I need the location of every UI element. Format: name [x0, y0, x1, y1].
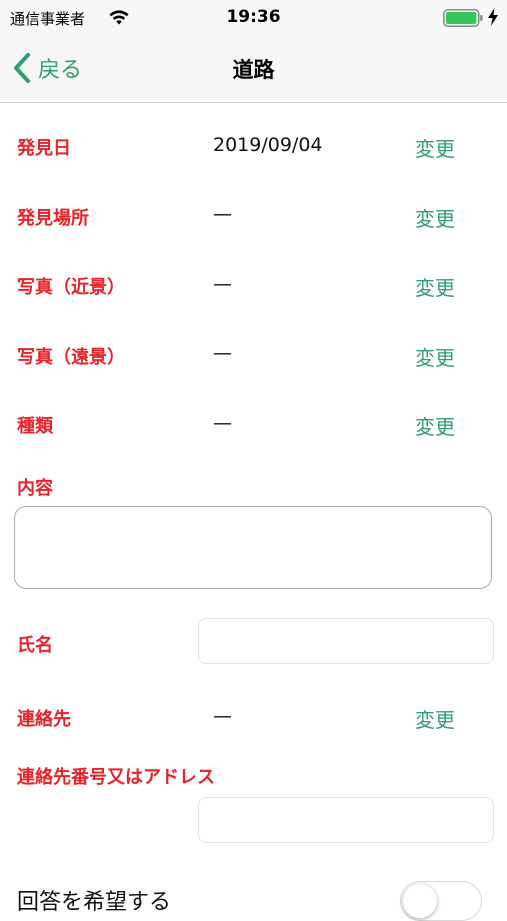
change-photo-distant-button[interactable]: 変更	[415, 342, 455, 371]
charging-bolt-icon	[488, 8, 498, 26]
change-contact-button[interactable]: 変更	[415, 704, 455, 733]
navigation-bar: 戻る 道路	[0, 34, 507, 103]
change-discovery-date-button[interactable]: 変更	[415, 133, 455, 162]
content-textarea[interactable]	[14, 506, 492, 589]
page-title: 道路	[232, 58, 275, 82]
status-bar: 通信事業者 19:36	[0, 0, 507, 34]
label-discovery-location: 発見場所	[17, 208, 89, 229]
label-reply-wanted: 回答を希望する	[17, 890, 172, 915]
value-discovery-location: —	[213, 203, 232, 225]
value-type: —	[213, 412, 232, 434]
label-name: 氏名	[17, 635, 53, 656]
value-photo-close: —	[213, 273, 232, 295]
reply-toggle[interactable]	[400, 881, 482, 921]
change-discovery-location-button[interactable]: 変更	[415, 203, 455, 232]
change-type-button[interactable]: 変更	[415, 411, 455, 440]
value-photo-distant: —	[213, 342, 232, 364]
battery-icon	[443, 9, 483, 27]
label-contact-address: 連絡先番号又はアドレス	[17, 767, 215, 788]
label-photo-distant: 写真（遠景）	[17, 347, 125, 368]
change-photo-close-button[interactable]: 変更	[415, 272, 455, 301]
toggle-knob	[403, 884, 437, 918]
status-time: 19:36	[226, 7, 281, 27]
label-discovery-date: 発見日	[17, 138, 71, 159]
label-photo-close: 写真（近景）	[17, 277, 125, 298]
value-contact: —	[213, 705, 232, 727]
label-contact: 連絡先	[17, 709, 71, 730]
value-discovery-date: 2019/09/04	[213, 134, 323, 156]
label-content: 内容	[17, 478, 53, 499]
name-input[interactable]	[198, 618, 494, 664]
label-type: 種類	[17, 416, 53, 437]
contact-address-input[interactable]	[198, 797, 494, 843]
